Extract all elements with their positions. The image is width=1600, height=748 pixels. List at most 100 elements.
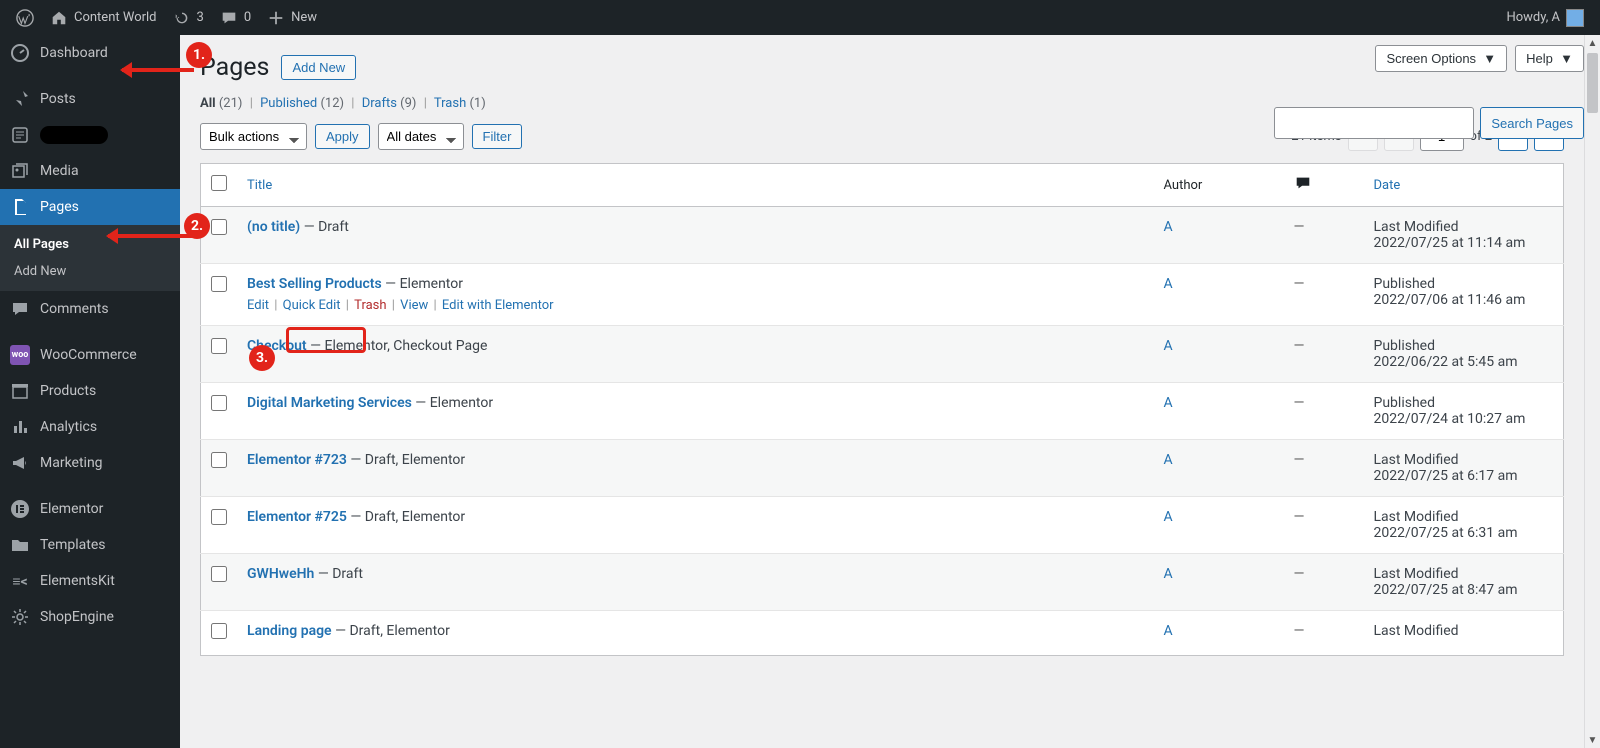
action-edit[interactable]: Edit [247, 298, 269, 313]
pages-icon [10, 197, 30, 217]
row-author[interactable]: A [1164, 219, 1173, 235]
scroll-up-icon[interactable]: ▲ [1585, 35, 1600, 51]
menu-media[interactable]: Media [0, 153, 180, 189]
table-row: Digital Marketing Services — ElementorA—… [201, 383, 1564, 440]
menu-elementor[interactable]: Elementor [0, 491, 180, 527]
row-author[interactable]: A [1164, 566, 1173, 582]
row-author[interactable]: A [1164, 509, 1173, 525]
form-icon [10, 125, 30, 145]
row-meta: — Draft, Elementor [332, 623, 450, 639]
row-status: Last Modified [1374, 219, 1459, 235]
search-button[interactable]: Search Pages [1480, 107, 1584, 139]
comments-link[interactable]: 0 [212, 0, 259, 35]
menu-shopengine[interactable]: ShopEngine [0, 599, 180, 635]
home-icon [50, 9, 68, 27]
callout-1: 1. [186, 42, 212, 68]
row-comments: — [1294, 452, 1305, 468]
row-date: 2022/07/25 at 6:17 am [1374, 468, 1518, 484]
filter-button[interactable]: Filter [472, 124, 523, 149]
row-checkbox[interactable] [211, 566, 227, 582]
row-checkbox[interactable] [211, 509, 227, 525]
view-all[interactable]: All [200, 96, 216, 111]
row-author[interactable]: A [1164, 276, 1173, 292]
menu-redacted[interactable] [0, 117, 180, 153]
menu-posts[interactable]: Posts [0, 81, 180, 117]
table-row: Landing page — Draft, ElementorA—Last Mo… [201, 611, 1564, 656]
row-author[interactable]: A [1164, 395, 1173, 411]
row-checkbox[interactable] [211, 276, 227, 292]
row-checkbox[interactable] [211, 395, 227, 411]
row-meta: — Draft, Elementor [347, 452, 465, 468]
menu-dashboard[interactable]: Dashboard [0, 35, 180, 71]
table-row: Checkout — Elementor, Checkout PageA—Pub… [201, 326, 1564, 383]
row-meta: — Draft [314, 566, 363, 582]
add-new-button[interactable]: Add New [281, 55, 356, 80]
menu-products[interactable]: Products [0, 373, 180, 409]
row-title-link[interactable]: GWHweHh [247, 566, 314, 582]
row-title-link[interactable]: Landing page [247, 623, 332, 639]
updates-link[interactable]: 3 [165, 0, 212, 35]
row-author[interactable]: A [1164, 623, 1173, 639]
row-comments: — [1294, 219, 1305, 235]
row-date: 2022/07/25 at 11:14 am [1374, 235, 1526, 251]
bulk-actions-select[interactable]: Bulk actions [200, 123, 307, 150]
wordpress-icon [16, 9, 34, 27]
scroll-down-icon[interactable]: ▼ [1585, 732, 1600, 748]
menu-woocommerce[interactable]: wooWooCommerce [0, 337, 180, 373]
vertical-scrollbar[interactable]: ▲ ▼ [1584, 35, 1600, 748]
row-checkbox[interactable] [211, 623, 227, 639]
pages-table: Title Author Date (no title) — Draft A — La… [200, 163, 1564, 656]
site-name: Content World [74, 10, 157, 25]
row-title-link[interactable]: Elementor #723 [247, 452, 347, 468]
howdy-link[interactable]: Howdy, A [1498, 0, 1592, 35]
view-drafts[interactable]: Drafts (9) [362, 96, 417, 111]
row-date: 2022/07/25 at 6:31 am [1374, 525, 1518, 541]
screen-options-button[interactable]: Screen Options ▼ [1375, 45, 1507, 72]
row-checkbox[interactable] [211, 219, 227, 235]
submenu-add-new[interactable]: Add New [0, 258, 180, 285]
site-link[interactable]: Content World [42, 0, 165, 35]
menu-templates[interactable]: Templates [0, 527, 180, 563]
action-trash[interactable]: Trash [354, 298, 386, 313]
view-published[interactable]: Published (12) [260, 96, 344, 111]
row-title-link[interactable]: Best Selling Products [247, 276, 382, 292]
action-view[interactable]: View [400, 298, 428, 313]
action-quick-edit[interactable]: Quick Edit [283, 298, 341, 313]
menu-comments[interactable]: Comments [0, 291, 180, 327]
row-title-link[interactable]: (no title) [247, 219, 300, 235]
arrow-1 [122, 68, 194, 72]
col-title[interactable]: Title [247, 178, 272, 193]
archive-icon [10, 381, 30, 401]
menu-elementskit[interactable]: ≡<ElementsKit [0, 563, 180, 599]
view-trash[interactable]: Trash (1) [434, 96, 486, 111]
media-icon [10, 161, 30, 181]
row-status: Published [1374, 395, 1435, 411]
row-author[interactable]: A [1164, 338, 1173, 354]
row-meta: — Draft, Elementor [347, 509, 465, 525]
arrow-2 [108, 234, 192, 238]
search-input[interactable] [1274, 107, 1474, 139]
new-link[interactable]: New [259, 0, 325, 35]
row-status: Published [1374, 338, 1435, 354]
row-author[interactable]: A [1164, 452, 1173, 468]
gear-cart-icon [10, 607, 30, 627]
date-filter-select[interactable]: All dates [378, 123, 464, 150]
menu-marketing[interactable]: Marketing [0, 445, 180, 481]
apply-button[interactable]: Apply [315, 124, 370, 149]
scroll-thumb[interactable] [1587, 53, 1598, 113]
row-title-link[interactable]: Digital Marketing Services [247, 395, 412, 411]
help-button[interactable]: Help ▼ [1515, 45, 1584, 72]
row-title-link[interactable]: Elementor #725 [247, 509, 347, 525]
row-date: 2022/07/24 at 10:27 am [1374, 411, 1526, 427]
row-comments: — [1294, 566, 1305, 582]
col-author: Author [1164, 178, 1203, 193]
row-checkbox[interactable] [211, 338, 227, 354]
col-date[interactable]: Date [1374, 178, 1401, 193]
menu-analytics[interactable]: Analytics [0, 409, 180, 445]
action-edit-elementor[interactable]: Edit with Elementor [442, 298, 554, 313]
wp-logo[interactable] [8, 0, 42, 35]
row-checkbox[interactable] [211, 452, 227, 468]
row-comments: — [1294, 623, 1305, 639]
select-all-checkbox[interactable] [211, 175, 227, 191]
menu-pages[interactable]: Pages [0, 189, 180, 225]
